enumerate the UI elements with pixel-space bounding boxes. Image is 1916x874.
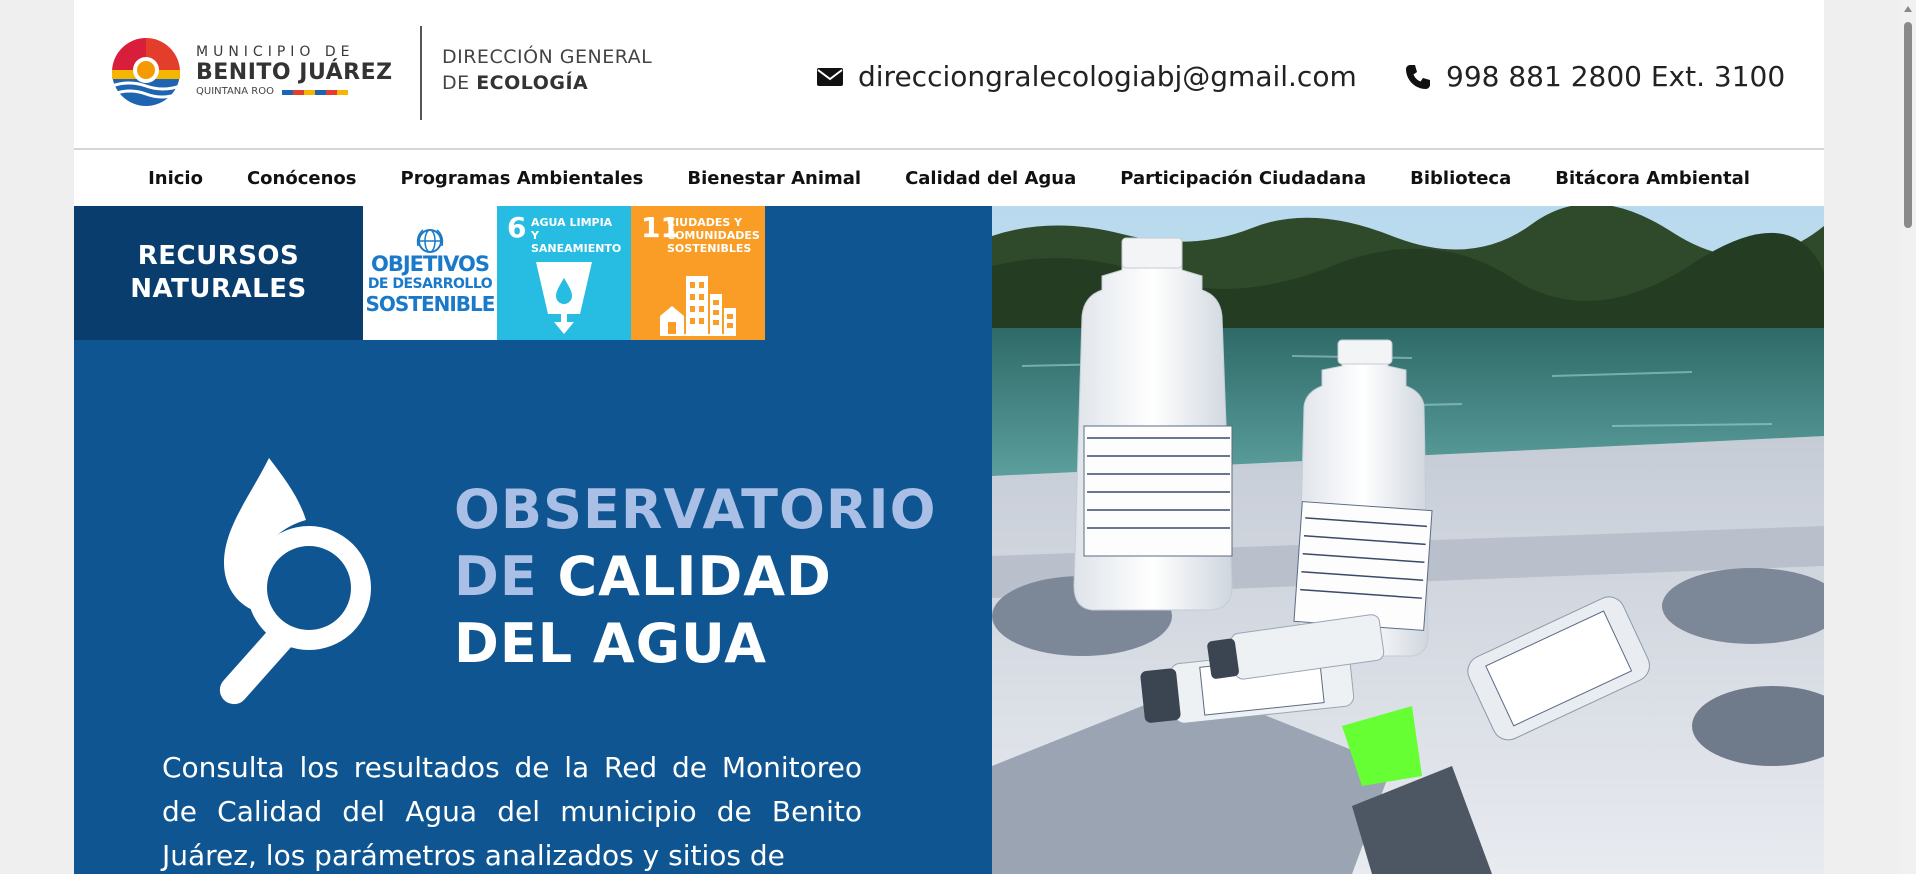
ods-un-line1: OBJETIVOS xyxy=(370,252,490,276)
envelope-icon xyxy=(817,67,843,86)
ods-un-line3: SOSTENIBLE xyxy=(365,292,496,316)
logo-color-stripes xyxy=(281,89,348,95)
title-line3: DEL AGUA xyxy=(454,612,768,675)
nav-item-programas-ambientales[interactable]: Programas Ambientales xyxy=(401,168,644,189)
ods-goal-11-badge: 11 CIUDADES Y COMUNIDADES SOSTENIBLES xyxy=(631,206,765,340)
nav-item-calidad-del-agua[interactable]: Calidad del Agua xyxy=(905,168,1076,189)
contact-phone-text[interactable]: 998 881 2800 Ext. 3100 xyxy=(1446,60,1785,93)
ods-goal-11-label: CIUDADES Y COMUNIDADES SOSTENIBLES xyxy=(667,216,760,255)
scrollbar-thumb[interactable] xyxy=(1904,22,1912,228)
ods-un-badge: OBJETIVOS DE DESARROLLO SOSTENIBLE xyxy=(363,206,497,340)
badge-line1: RECURSOS xyxy=(137,241,300,271)
ods-un-line2: DE DESARROLLO xyxy=(367,276,493,292)
ods-goal-6-label: AGUA LIMPIA Y SANEAMIENTO xyxy=(531,216,622,255)
badge-line2: NATURALES xyxy=(130,274,307,304)
photo-illustration xyxy=(992,206,1824,874)
page: MUNICIPIO DE BENITO JUÁREZ QUINTANA ROO … xyxy=(74,0,1824,874)
observatorio-description: Consulta los resultados de la Red de Mon… xyxy=(162,751,862,872)
nav-item-bitacora-ambiental[interactable]: Bitácora Ambiental xyxy=(1555,168,1750,189)
header-divider xyxy=(420,26,422,120)
hero-panel: RECURSOS NATURALES OBJETIVOS DE DESARROL… xyxy=(74,206,992,874)
city-buildings-icon xyxy=(660,276,736,336)
direction-line2-bold: ECOLOGÍA xyxy=(476,72,589,94)
water-samples-photo xyxy=(992,206,1824,874)
logo-municipio: MUNICIPIO DE xyxy=(196,44,355,60)
water-drop-magnifier-icon xyxy=(219,458,371,705)
title-line2-white: CALIDAD xyxy=(557,545,832,608)
nav-item-conocenos[interactable]: Conócenos xyxy=(247,168,357,189)
nav-item-participacion-ciudadana[interactable]: Participación Ciudadana xyxy=(1120,168,1366,189)
scroll-up-arrow-icon[interactable] xyxy=(1904,6,1912,12)
contact-email[interactable]: direcciongralecologiabj@gmail.com xyxy=(816,60,1357,93)
municipality-logo-icon[interactable] xyxy=(110,36,182,108)
nav-item-biblioteca[interactable]: Biblioteca xyxy=(1410,168,1511,189)
water-glass-icon xyxy=(536,262,592,334)
nav-item-inicio[interactable]: Inicio xyxy=(148,168,203,189)
vertical-scrollbar[interactable] xyxy=(1900,0,1916,874)
nav-item-bienestar-animal[interactable]: Bienestar Animal xyxy=(687,168,861,189)
contact-phone[interactable]: 998 881 2800 Ext. 3100 xyxy=(1404,60,1785,93)
direction-line1: DIRECCIÓN GENERAL xyxy=(442,46,653,68)
site-header: MUNICIPIO DE BENITO JUÁREZ QUINTANA ROO … xyxy=(74,0,1824,148)
title-line1: OBSERVATORIO xyxy=(454,478,937,541)
ods-goal-6-badge: 6 AGUA LIMPIA Y SANEAMIENTO xyxy=(497,206,631,340)
main-nav: Inicio Conócenos Programas Ambientales B… xyxy=(74,150,1824,206)
observatorio-title: OBSERVATORIO DE CALIDAD DEL AGUA xyxy=(454,476,936,677)
logo-city: BENITO JUÁREZ xyxy=(196,60,393,85)
phone-icon xyxy=(1406,64,1430,89)
direction-title: DIRECCIÓN GENERAL DE ECOLOGÍA xyxy=(442,44,652,96)
municipality-logo-text[interactable]: MUNICIPIO DE BENITO JUÁREZ QUINTANA ROO xyxy=(196,44,393,98)
direction-line2-prefix: DE xyxy=(442,72,477,94)
logo-state: QUINTANA ROO xyxy=(196,86,274,97)
title-line2-light: DE xyxy=(454,545,558,608)
contact-email-text[interactable]: direcciongralecologiabj@gmail.com xyxy=(858,60,1357,93)
ods-goal-6-number: 6 xyxy=(507,211,527,244)
recursos-naturales-badge: RECURSOS NATURALES xyxy=(74,206,363,340)
